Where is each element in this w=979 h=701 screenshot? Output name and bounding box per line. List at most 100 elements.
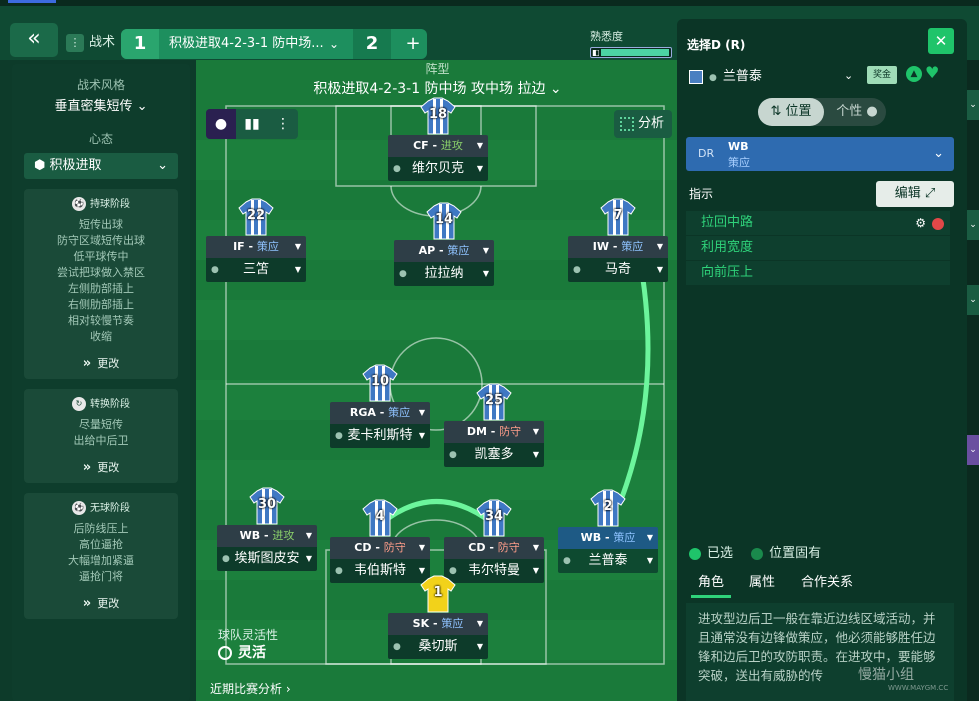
role-dropdown[interactable]: AP - 策应 ▼ — [394, 240, 494, 262]
add-tactic-button[interactable]: + — [399, 29, 427, 59]
role-dropdown[interactable]: DM - 防守 ▼ — [444, 421, 544, 443]
player-name-dropdown[interactable]: ● 埃斯图皮安 ▼ — [217, 547, 317, 571]
chevron-down-icon[interactable]: ⌄ — [329, 29, 339, 59]
bar-chart-icon[interactable]: ▮▮ — [237, 109, 267, 139]
chevron-down-icon[interactable]: ⌄ — [967, 285, 979, 315]
chevron-down-icon[interactable]: ⌄ — [844, 69, 853, 82]
tab-position-label: 位置 — [785, 104, 812, 119]
instruction-item[interactable]: 利用宽度 — [686, 236, 950, 260]
phase-title-label: 持球阶段 — [90, 199, 130, 210]
player-name-dropdown[interactable]: ● 韦伯斯特 ▼ — [330, 559, 430, 583]
triangle-down-icon: ▼ — [476, 141, 483, 150]
triangle-down-icon: ▼ — [476, 164, 483, 173]
mentality-dropdown[interactable]: ⬢ 积极进取 ⌄ — [24, 153, 178, 179]
edit-button[interactable]: 编辑 ⤢ — [876, 181, 954, 207]
player-name-dropdown[interactable]: ● 维尔贝克 ▼ — [388, 157, 488, 181]
phase-instruction: 右侧肋部插上 — [68, 298, 134, 311]
chevron-down-icon[interactable]: ⌄ — [967, 90, 979, 120]
tactics-icon: ⋮ — [66, 33, 84, 52]
back-button[interactable]: « — [10, 23, 58, 57]
role-code: IW — [592, 240, 609, 253]
instruction-label: 利用宽度 — [701, 240, 754, 255]
player-name-dropdown[interactable]: ● 韦尔特曼 ▼ — [444, 559, 544, 583]
remove-icon[interactable] — [932, 217, 944, 230]
role-selector[interactable]: DR WB 策应 ⌄ — [686, 137, 954, 171]
tactic-slot-1-name[interactable]: 积极进取4-2-3-1 防中场... — [169, 29, 324, 59]
player-name: 凯塞多 — [474, 447, 514, 462]
chevron-down-icon[interactable]: ⌄ — [967, 210, 979, 240]
player-name-dropdown[interactable]: ● 桑切斯 ▼ — [388, 635, 488, 659]
player-card[interactable]: 2 WB - 策应 ▼ ● 兰普泰 ▼ — [558, 489, 658, 573]
tactics-tab[interactable]: ⋮ 战术 — [66, 30, 115, 56]
shirt-icon: 4 — [362, 499, 398, 537]
player-card[interactable]: 25 DM - 防守 ▼ ● 凯塞多 ▼ — [444, 383, 544, 467]
tab-partnerships[interactable]: 合作关系 — [799, 570, 855, 598]
tactic-slot-2[interactable]: 2 — [353, 29, 391, 59]
familiarity-bar[interactable]: ◧ — [590, 47, 672, 58]
player-card[interactable]: 1 SK - 策应 ▼ ● 桑切斯 ▼ — [388, 575, 488, 659]
shirt-icon — [689, 69, 703, 84]
player-card[interactable]: 7 IW - 策应 ▼ ● 马奇 ▼ — [568, 198, 668, 282]
player-card[interactable]: 30 WB - 进攻 ▼ ● 埃斯图皮安 ▼ — [217, 487, 317, 571]
role-dropdown[interactable]: IW - 策应 ▼ — [568, 236, 668, 258]
player-name-dropdown[interactable]: ● 拉拉纳 ▼ — [394, 262, 494, 286]
player-card[interactable]: 18 CF - 进攻 ▼ ● 维尔贝克 ▼ — [388, 97, 488, 181]
phase-title-label: 无球阶段 — [90, 503, 130, 514]
role-dropdown[interactable]: SK - 策应 ▼ — [388, 613, 488, 635]
close-button[interactable]: ✕ — [928, 28, 954, 54]
person-icon: ● — [335, 566, 343, 576]
tactic-board-icon[interactable]: ⋮ — [268, 109, 298, 139]
tab-position[interactable]: ⇅ 位置 — [758, 98, 824, 126]
player-card[interactable]: 34 CD - 防守 ▼ ● 韦尔特曼 ▼ — [444, 499, 544, 583]
role-dropdown[interactable]: IF - 策应 ▼ — [206, 236, 306, 258]
watermark-main: 慢猫小组 — [858, 667, 914, 683]
instruction-item[interactable]: 拉回中路 ⚙ — [686, 211, 950, 235]
player-card[interactable]: 10 RGA - 策应 ▼ ● 麦卡利斯特 ▼ — [330, 364, 430, 448]
duty-label: 进攻 — [272, 529, 295, 542]
shirt-icon: 2 — [590, 489, 626, 527]
player-name-dropdown[interactable]: ● 凯塞多 ▼ — [444, 443, 544, 467]
player-selector[interactable]: ● 兰普泰 — [689, 66, 762, 88]
change-button[interactable]: » 更改 — [24, 595, 178, 611]
triangle-down-icon: ▼ — [294, 242, 301, 251]
instruction-item[interactable]: 向前压上 — [686, 261, 950, 285]
grid-icon — [620, 116, 634, 131]
triangle-down-icon: ▼ — [646, 556, 653, 565]
player-name-dropdown[interactable]: ● 三笘 ▼ — [206, 258, 306, 282]
double-chevron-right-icon: » — [82, 460, 92, 475]
recent-match-analysis-link[interactable]: 近期比赛分析 › — [210, 680, 291, 697]
tab-attributes[interactable]: 属性 — [747, 570, 777, 598]
player-name-dropdown[interactable]: ● 马奇 ▼ — [568, 258, 668, 282]
watermark-sub: WWW.MAYGM.CC — [888, 684, 949, 692]
formation-dropdown[interactable]: 积极进取4-2-3-1 防中场 攻中场 拉边 ⌄ — [196, 78, 679, 98]
shirt-number: 34 — [484, 509, 504, 524]
player-view-icon[interactable]: ● — [206, 109, 236, 139]
tab-personality[interactable]: 个性 ● — [828, 98, 886, 126]
shirt-number: 14 — [434, 212, 454, 227]
role-dropdown[interactable]: WB - 进攻 ▼ — [217, 525, 317, 547]
player-card[interactable]: 14 AP - 策应 ▼ ● 拉拉纳 ▼ — [394, 202, 494, 286]
triangle-down-icon: ▼ — [532, 543, 539, 552]
chevron-down-icon[interactable]: ⌄ — [967, 435, 979, 465]
role-dropdown[interactable]: CF - 进攻 ▼ — [388, 135, 488, 157]
instruction-label: 向前压上 — [701, 265, 754, 280]
tab-role[interactable]: 角色 — [691, 570, 731, 598]
role-code: DM — [466, 425, 487, 438]
gear-icon[interactable]: ⚙ — [915, 216, 926, 230]
player-name-dropdown[interactable]: ● 兰普泰 ▼ — [558, 549, 658, 573]
team-flexibility-value[interactable]: 灵活 — [218, 642, 266, 662]
change-button[interactable]: » 更改 — [24, 355, 178, 371]
change-button[interactable]: » 更改 — [24, 459, 178, 475]
role-dropdown[interactable]: RGA - 策应 ▼ — [330, 402, 430, 424]
role-dropdown[interactable]: CD - 防守 ▼ — [330, 537, 430, 559]
player-card[interactable]: 4 CD - 防守 ▼ ● 韦伯斯特 ▼ — [330, 499, 430, 583]
triangle-down-icon: ▼ — [532, 566, 539, 575]
tactic-slot-1[interactable]: 1 — [121, 29, 159, 59]
analyze-button[interactable]: 分析 — [614, 110, 672, 138]
style-dropdown[interactable]: 垂直密集短传 ⌄ — [12, 95, 190, 114]
player-card[interactable]: 22 IF - 策应 ▼ ● 三笘 ▼ — [206, 198, 306, 282]
role-dropdown[interactable]: WB - 策应 ▼ — [558, 527, 658, 549]
shirt-number: 1 — [433, 585, 443, 600]
role-dropdown[interactable]: CD - 防守 ▼ — [444, 537, 544, 559]
player-name-dropdown[interactable]: ● 麦卡利斯特 ▼ — [330, 424, 430, 448]
